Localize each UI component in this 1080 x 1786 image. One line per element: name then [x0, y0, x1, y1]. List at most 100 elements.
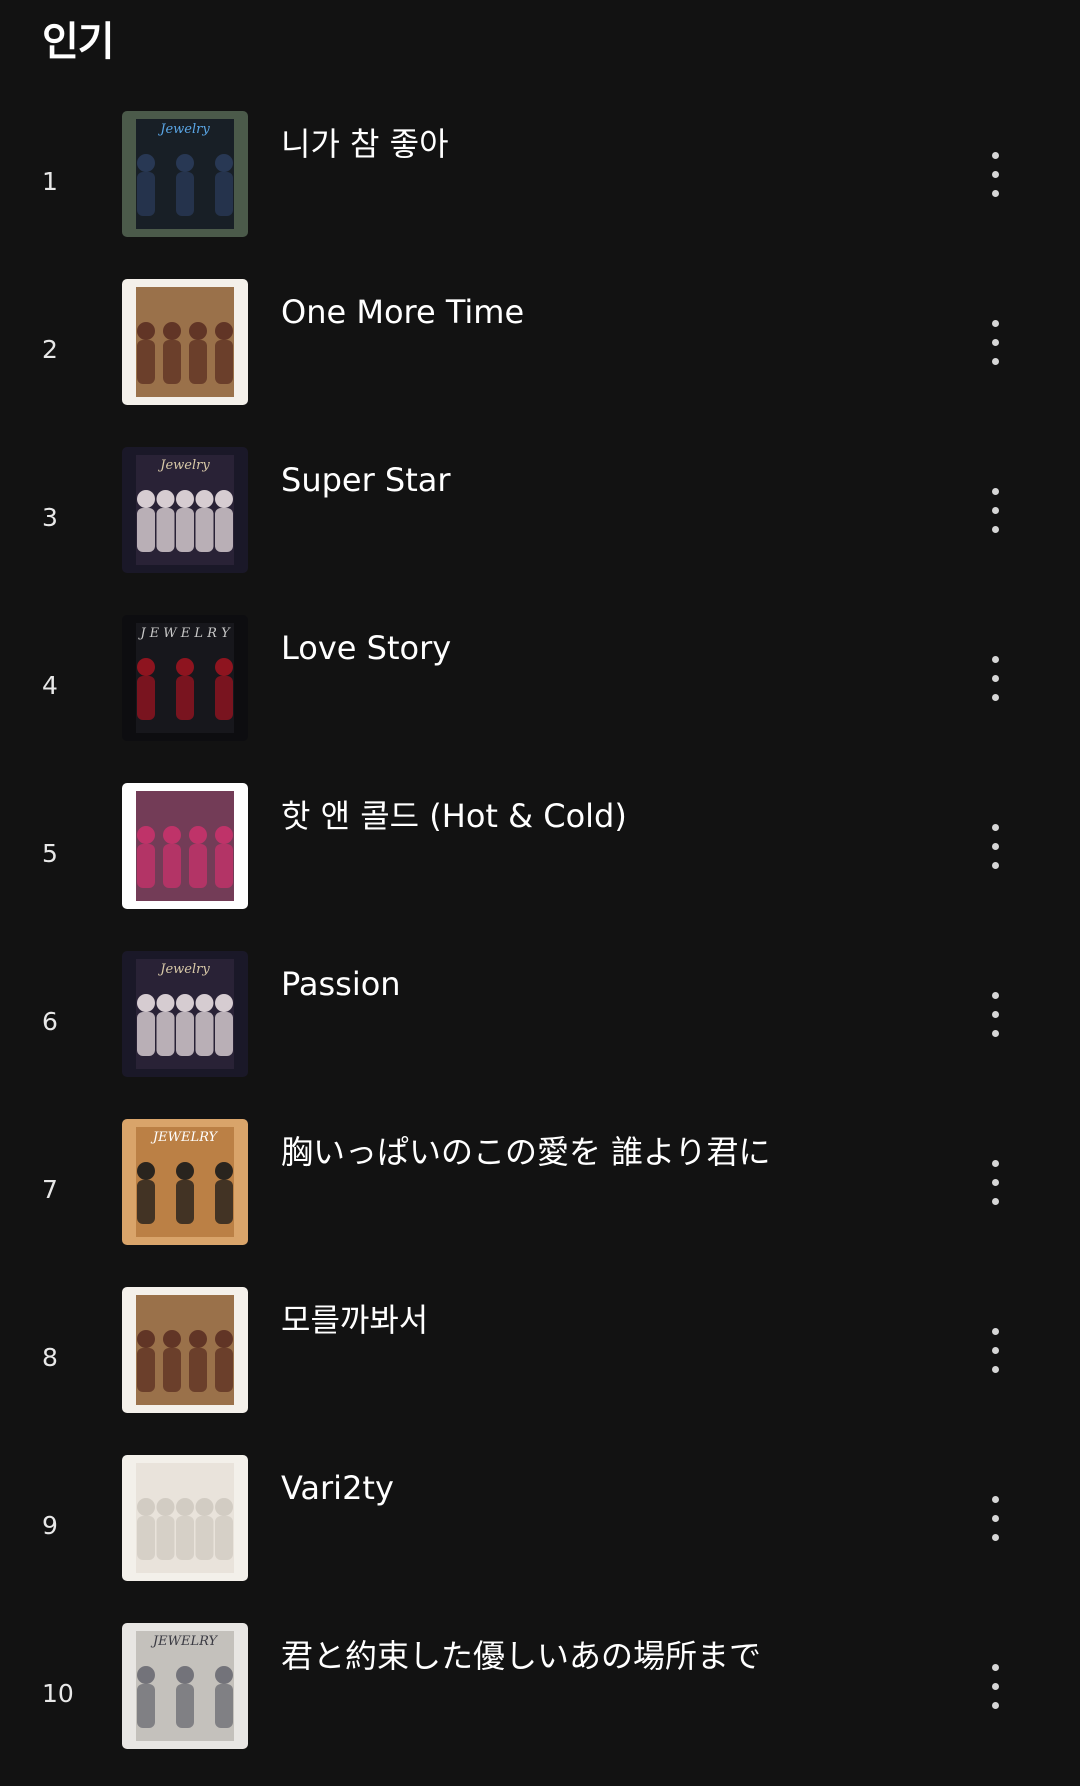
track-row[interactable]: 5 핫 앤 콜드 (Hot & Cold) [0, 778, 1080, 946]
album-art-image [122, 1455, 248, 1581]
more-icon-dot [991, 170, 999, 178]
more-icon-dot [991, 525, 999, 533]
more-options-button[interactable] [974, 984, 1016, 1044]
more-icon-dot [991, 1701, 999, 1709]
more-vert-icon [991, 151, 999, 197]
more-vert-icon [991, 655, 999, 701]
more-icon-dot [991, 1159, 999, 1167]
more-icon-dot [991, 1682, 999, 1690]
album-art[interactable]: Jewelry [122, 951, 248, 1077]
track-title: Super Star [281, 461, 451, 499]
more-icon-dot [991, 674, 999, 682]
more-icon-dot [991, 823, 999, 831]
track-title: Love Story [281, 629, 452, 667]
album-art-image: JEWELRY [122, 1623, 248, 1749]
more-icon-dot [991, 189, 999, 197]
more-options-button[interactable] [974, 648, 1016, 708]
more-icon-dot [991, 1197, 999, 1205]
track-rank: 2 [42, 335, 58, 364]
album-art[interactable]: J E W E L R Y [122, 615, 248, 741]
more-options-button[interactable] [974, 312, 1016, 372]
track-row[interactable]: 1 Jewelry 니가 참 좋아 [0, 106, 1080, 274]
more-vert-icon [991, 1495, 999, 1541]
more-options-button[interactable] [974, 1320, 1016, 1380]
album-art-image: J E W E L R Y [122, 615, 248, 741]
more-icon-dot [991, 506, 999, 514]
more-options-button[interactable] [974, 816, 1016, 876]
track-title: Vari2ty [281, 1469, 394, 1507]
more-vert-icon [991, 487, 999, 533]
album-art[interactable] [122, 279, 248, 405]
more-icon-dot [991, 991, 999, 999]
more-icon-dot [991, 487, 999, 495]
album-art[interactable]: JEWELRY [122, 1119, 248, 1245]
track-title: 니가 참 좋아 [281, 125, 449, 163]
album-art[interactable]: Jewelry [122, 447, 248, 573]
more-icon-dot [991, 861, 999, 869]
track-row[interactable]: 7 JEWELRY 胸いっぱいのこの愛を 誰より君に [0, 1114, 1080, 1282]
section-title: 인기 [42, 19, 115, 65]
more-options-button[interactable] [974, 1656, 1016, 1716]
album-art-logo: Jewelry [157, 962, 210, 977]
track-rank: 10 [42, 1679, 74, 1708]
album-art-image [122, 1287, 248, 1413]
more-vert-icon [991, 1663, 999, 1709]
album-art[interactable] [122, 783, 248, 909]
more-icon-dot [991, 655, 999, 663]
album-art-image: Jewelry [122, 951, 248, 1077]
track-rank: 8 [42, 1343, 58, 1372]
more-icon-dot [991, 151, 999, 159]
track-rank: 3 [42, 503, 58, 532]
more-icon-dot [991, 357, 999, 365]
track-row[interactable]: 2 One More Time [0, 274, 1080, 442]
album-art-image [122, 783, 248, 909]
more-vert-icon [991, 319, 999, 365]
more-icon-dot [991, 1010, 999, 1018]
track-rank: 6 [42, 1007, 58, 1036]
album-art[interactable]: JEWELRY [122, 1623, 248, 1749]
track-rank: 7 [42, 1175, 58, 1204]
album-art-logo: Jewelry [157, 458, 210, 473]
album-art-logo: Jewelry [157, 122, 210, 137]
track-rank: 1 [42, 167, 58, 196]
more-icon-dot [991, 1327, 999, 1335]
track-row[interactable]: 10 JEWELRY 君と約束した優しいあの場所まで [0, 1618, 1080, 1786]
track-row[interactable]: 4 J E W E L R Y Love Story [0, 610, 1080, 778]
more-vert-icon [991, 1327, 999, 1373]
popular-track-list: 1 Jewelry 니가 참 좋아 2 One More Time 3 Jewelry Sup… [0, 106, 1080, 1786]
more-options-button[interactable] [974, 1152, 1016, 1212]
track-row[interactable]: 9 Vari2ty [0, 1450, 1080, 1618]
more-icon-dot [991, 1365, 999, 1373]
album-art-logo: JEWELRY [150, 1130, 219, 1145]
album-art-logo: J E W E L R Y [137, 626, 231, 641]
more-icon-dot [991, 1533, 999, 1541]
track-row[interactable]: 6 Jewelry Passion [0, 946, 1080, 1114]
more-icon-dot [991, 338, 999, 346]
more-options-button[interactable] [974, 480, 1016, 540]
more-icon-dot [991, 1495, 999, 1503]
track-rank: 5 [42, 839, 58, 868]
more-options-button[interactable] [974, 1488, 1016, 1548]
track-rank: 9 [42, 1511, 58, 1540]
track-row[interactable]: 3 Jewelry Super Star [0, 442, 1080, 610]
track-title: One More Time [281, 293, 525, 331]
more-vert-icon [991, 991, 999, 1037]
track-title: Passion [281, 965, 401, 1003]
track-title: 핫 앤 콜드 (Hot & Cold) [281, 797, 627, 835]
album-art-image: Jewelry [122, 447, 248, 573]
more-options-button[interactable] [974, 144, 1016, 204]
album-art-image: JEWELRY [122, 1119, 248, 1245]
album-art[interactable] [122, 1287, 248, 1413]
more-vert-icon [991, 823, 999, 869]
album-art-logo: JEWELRY [150, 1634, 219, 1649]
more-icon-dot [991, 1663, 999, 1671]
album-art[interactable] [122, 1455, 248, 1581]
more-icon-dot [991, 1346, 999, 1354]
track-title: 胸いっぱいのこの愛を 誰より君に [281, 1133, 771, 1171]
track-row[interactable]: 8 모를까봐서 [0, 1282, 1080, 1450]
more-vert-icon [991, 1159, 999, 1205]
more-icon-dot [991, 319, 999, 327]
album-art[interactable]: Jewelry [122, 111, 248, 237]
more-icon-dot [991, 1029, 999, 1037]
more-icon-dot [991, 1514, 999, 1522]
